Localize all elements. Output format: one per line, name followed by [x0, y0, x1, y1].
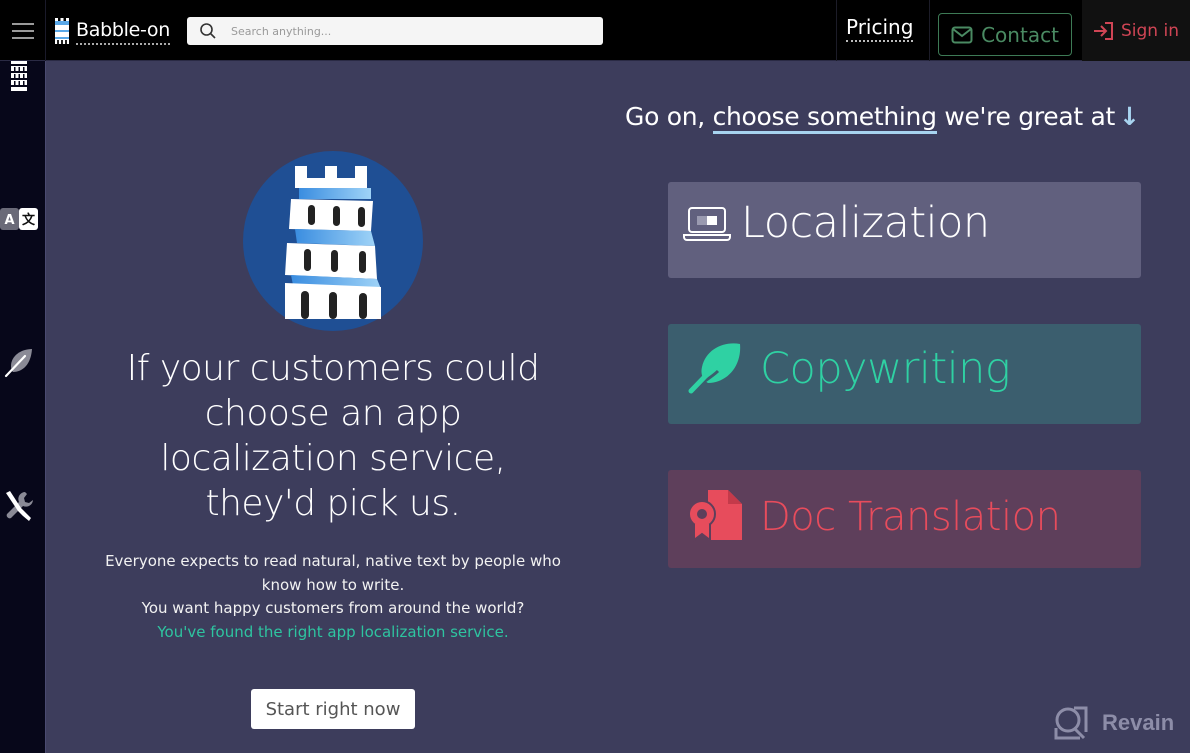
revain-label: Revain [1102, 710, 1175, 735]
service-localization[interactable]: Localization [668, 182, 1141, 278]
contact-label: Contact [981, 22, 1059, 47]
sidebar-item-home[interactable] [0, 61, 38, 91]
service-label: Localization [741, 198, 990, 248]
contact-button[interactable]: Contact [938, 13, 1072, 56]
feather-icon [688, 343, 741, 394]
svg-text:文: 文 [22, 212, 36, 228]
choose-something-link[interactable]: choose something [712, 102, 937, 134]
sign-in-button[interactable]: Sign in [1082, 0, 1190, 61]
hamburger-icon-line [11, 36, 34, 39]
services-prompt: Go on, choose something we're great at ↓ [625, 102, 1140, 134]
search-input[interactable] [231, 24, 591, 38]
left-sidebar: A 文 [0, 61, 46, 753]
hamburger-icon-line [11, 29, 34, 32]
service-label: Copywriting [760, 344, 1011, 394]
hero-tower-logo [243, 151, 423, 331]
translate-icon: A 文 [0, 208, 38, 230]
hamburger-icon-line [11, 22, 34, 25]
service-label: Doc Translation [760, 494, 1061, 540]
service-copywriting[interactable]: Copywriting [668, 324, 1141, 424]
top-navbar: Babble-on Pricing Contact Sign in [0, 0, 1190, 61]
search-icon [200, 23, 216, 39]
brand-name: Babble-on [76, 18, 170, 45]
hero-paragraph-line: Everyone expects to read natural, native… [105, 552, 561, 594]
prompt-prefix: Go on, [625, 102, 713, 131]
search-bar [187, 17, 603, 45]
hero-headline: If your customers could choose an app lo… [126, 348, 540, 524]
sign-in-icon [1094, 21, 1113, 40]
laptop-translate-icon [683, 207, 731, 241]
tower-logo-icon [55, 18, 69, 44]
arrow-down-icon: ↓ [1119, 102, 1140, 131]
tower-icon [11, 61, 27, 91]
sign-in-label: Sign in [1121, 20, 1179, 41]
sidebar-item-localization[interactable]: A 文 [0, 208, 38, 230]
certificate-doc-icon [688, 490, 742, 542]
nav-divider [929, 0, 930, 61]
sidebar-item-copywriting[interactable] [0, 346, 38, 378]
pricing-link[interactable]: Pricing [846, 14, 914, 42]
tools-icon [6, 491, 34, 521]
service-doc-translation[interactable]: Doc Translation [668, 470, 1141, 568]
hero-paragraph-accent: You've found the right app localization … [157, 622, 509, 641]
brand-home-link[interactable]: Babble-on [54, 16, 170, 46]
feather-icon [4, 349, 32, 378]
revain-watermark: Revain [1054, 706, 1174, 740]
prompt-suffix: we're great at [936, 102, 1116, 131]
envelope-icon [951, 26, 973, 43]
svg-text:A: A [4, 213, 14, 228]
hero-paragraph: Everyone expects to read natural, native… [95, 550, 571, 644]
start-right-now-button[interactable]: Start right now [251, 689, 415, 729]
menu-button[interactable] [0, 0, 46, 61]
sidebar-item-tools[interactable] [0, 489, 38, 523]
nav-divider [836, 0, 837, 61]
revain-logo-icon [1054, 706, 1088, 740]
hero-paragraph-line: You want happy customers from around the… [141, 599, 525, 617]
